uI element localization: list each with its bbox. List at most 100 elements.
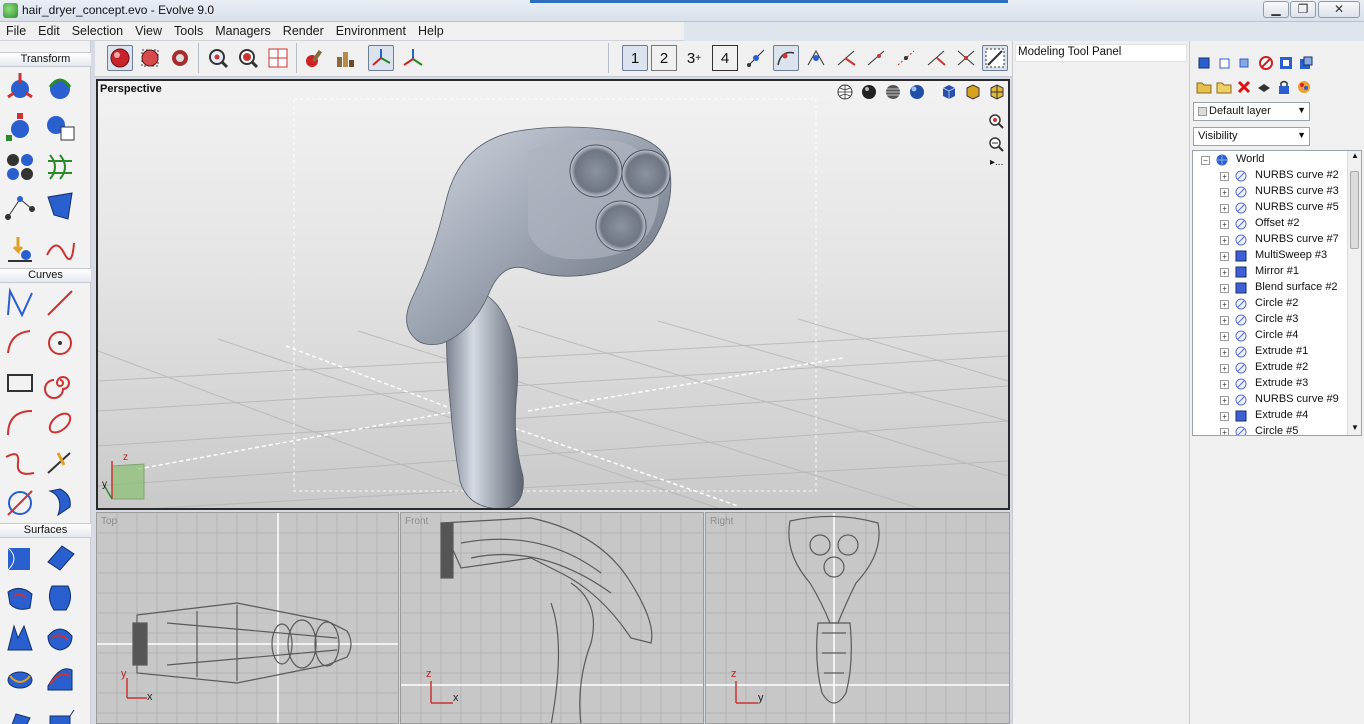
spiral-tool-icon[interactable] bbox=[42, 365, 78, 401]
open-folder-icon[interactable] bbox=[1196, 79, 1212, 95]
layer-icon[interactable] bbox=[1256, 79, 1272, 95]
arc-tool-icon[interactable] bbox=[2, 325, 38, 361]
import-icon[interactable] bbox=[1278, 55, 1294, 71]
expand-toggle-icon[interactable]: + bbox=[1220, 348, 1229, 357]
menu-file[interactable]: File bbox=[0, 22, 32, 38]
array-tool-icon[interactable] bbox=[2, 149, 38, 185]
skin-surface-tool-icon[interactable] bbox=[2, 580, 38, 616]
offset-curve-tool-icon[interactable] bbox=[42, 405, 78, 441]
tree-item[interactable]: + Circle #4 bbox=[1193, 328, 1347, 344]
snap-points-icon[interactable] bbox=[743, 45, 769, 71]
deform-tool-icon[interactable] bbox=[42, 149, 78, 185]
expand-toggle-icon[interactable]: + bbox=[1220, 236, 1229, 245]
folder-icon[interactable] bbox=[1216, 79, 1232, 95]
tree-item[interactable]: + Mirror #1 bbox=[1193, 264, 1347, 280]
layout-2-view-button[interactable]: 2 bbox=[651, 45, 677, 71]
render-sphere-icon[interactable] bbox=[107, 45, 133, 71]
render-region-icon[interactable] bbox=[137, 45, 163, 71]
blend-curve-tool-icon[interactable] bbox=[2, 445, 38, 481]
menu-help[interactable]: Help bbox=[412, 22, 450, 38]
expand-toggle-icon[interactable]: + bbox=[1220, 188, 1229, 197]
curve-snap-tool-icon[interactable] bbox=[42, 231, 78, 267]
layout-3-view-button[interactable]: 3 + bbox=[681, 45, 707, 71]
palette-section-curves[interactable]: Curves bbox=[0, 268, 91, 283]
maximize-button[interactable]: ❐ bbox=[1290, 1, 1316, 18]
patch-surface-tool-icon[interactable] bbox=[2, 660, 38, 696]
group-object-icon[interactable] bbox=[1236, 55, 1252, 71]
surface-tool-extra-2-icon[interactable] bbox=[42, 700, 78, 724]
snap-curve-icon[interactable] bbox=[773, 45, 799, 71]
snap-edge-icon[interactable] bbox=[863, 45, 889, 71]
expand-toggle-icon[interactable]: + bbox=[1220, 204, 1229, 213]
scrollbar-thumb[interactable] bbox=[1350, 171, 1359, 249]
point-edit-tool-icon[interactable] bbox=[2, 189, 38, 225]
expand-toggle-icon[interactable]: + bbox=[1220, 300, 1229, 309]
menu-render[interactable]: Render bbox=[277, 22, 330, 38]
layer-dropdown[interactable]: Default layer ▼ bbox=[1193, 102, 1310, 121]
expand-toggle-icon[interactable]: + bbox=[1220, 380, 1229, 389]
expand-toggle-icon[interactable]: + bbox=[1220, 220, 1229, 229]
trim-curve-tool-icon[interactable] bbox=[42, 445, 78, 481]
project-curve-tool-icon[interactable] bbox=[2, 485, 38, 521]
scroll-up-icon[interactable]: ▲ bbox=[1351, 151, 1359, 160]
filter-dropdown[interactable]: Visibility ▼ bbox=[1193, 127, 1310, 146]
tree-item[interactable]: + NURBS curve #9 bbox=[1193, 392, 1347, 408]
tree-item[interactable]: + Extrude #3 bbox=[1193, 376, 1347, 392]
menu-view[interactable]: View bbox=[129, 22, 168, 38]
tree-root-world[interactable]: − World bbox=[1193, 152, 1347, 168]
extrude-surface-tool-icon[interactable] bbox=[2, 620, 38, 656]
view-globe-icon[interactable] bbox=[836, 83, 854, 104]
tree-item[interactable]: + Extrude #2 bbox=[1193, 360, 1347, 376]
tree-item[interactable]: + Blend surface #2 bbox=[1193, 280, 1347, 296]
top-viewport[interactable]: Top y x bbox=[96, 512, 399, 724]
render-settings-icon[interactable] bbox=[167, 45, 193, 71]
expand-toggle-icon[interactable]: + bbox=[1220, 316, 1229, 325]
new-object-icon[interactable] bbox=[1196, 55, 1212, 71]
zoom-selected-icon[interactable] bbox=[235, 45, 261, 71]
fillet-surface-tool-icon[interactable] bbox=[42, 660, 78, 696]
zoom-all-icon[interactable] bbox=[205, 45, 231, 71]
expand-toggle-icon[interactable]: + bbox=[1220, 284, 1229, 293]
copy-object-icon[interactable] bbox=[1216, 55, 1232, 71]
move-tool-icon[interactable] bbox=[2, 69, 38, 105]
viewport-more-button[interactable]: ▸... bbox=[990, 157, 1003, 168]
viewport-zoom-out-icon[interactable] bbox=[988, 136, 1004, 155]
rotate-tool-icon[interactable] bbox=[42, 69, 78, 105]
circle-tool-icon[interactable] bbox=[42, 325, 78, 361]
expand-toggle-icon[interactable]: + bbox=[1220, 332, 1229, 341]
collapse-toggle-icon[interactable]: − bbox=[1201, 156, 1210, 165]
tree-item[interactable]: + Circle #5 bbox=[1193, 424, 1347, 435]
export-icon[interactable] bbox=[1298, 55, 1314, 71]
scale-tool-icon[interactable] bbox=[2, 109, 38, 145]
taper-tool-icon[interactable] bbox=[42, 189, 78, 225]
scroll-down-icon[interactable]: ▼ bbox=[1351, 423, 1359, 432]
tree-item[interactable]: + Extrude #4 bbox=[1193, 408, 1347, 424]
expand-toggle-icon[interactable]: + bbox=[1220, 268, 1229, 277]
rectangle-tool-icon[interactable] bbox=[2, 365, 38, 401]
snap-vertex-icon[interactable] bbox=[803, 45, 829, 71]
tree-item[interactable]: + NURBS curve #3 bbox=[1193, 184, 1347, 200]
expand-toggle-icon[interactable]: + bbox=[1220, 396, 1229, 405]
grid-box-view-icon[interactable] bbox=[988, 83, 1006, 104]
cube-view-icon[interactable] bbox=[940, 83, 958, 104]
align-tool-icon[interactable] bbox=[42, 109, 78, 145]
bounding-box-view-icon[interactable] bbox=[964, 83, 982, 104]
right-viewport[interactable]: Right z y bbox=[705, 512, 1010, 724]
lock-icon[interactable] bbox=[1276, 79, 1292, 95]
tree-item[interactable]: + NURBS curve #2 bbox=[1193, 168, 1347, 184]
shaded-view-icon[interactable] bbox=[860, 83, 878, 104]
sweep-surface-tool-icon[interactable] bbox=[2, 540, 38, 576]
snap-midpoint-icon[interactable] bbox=[833, 45, 859, 71]
nurbs-curve-tool-icon[interactable] bbox=[2, 285, 38, 321]
menu-managers[interactable]: Managers bbox=[209, 22, 277, 38]
tree-item[interactable]: + MultiSweep #3 bbox=[1193, 248, 1347, 264]
surface-tool-extra-1-icon[interactable] bbox=[2, 700, 38, 724]
plane-surface-tool-icon[interactable] bbox=[42, 540, 78, 576]
snap-tangent-icon[interactable] bbox=[923, 45, 949, 71]
palette-section-surfaces[interactable]: Surfaces bbox=[0, 523, 91, 538]
snap-intersection-icon[interactable] bbox=[893, 45, 919, 71]
expand-toggle-icon[interactable]: + bbox=[1220, 412, 1229, 421]
expand-toggle-icon[interactable]: + bbox=[1220, 172, 1229, 181]
line-tool-icon[interactable] bbox=[42, 285, 78, 321]
iso-curve-tool-icon[interactable] bbox=[42, 485, 78, 521]
